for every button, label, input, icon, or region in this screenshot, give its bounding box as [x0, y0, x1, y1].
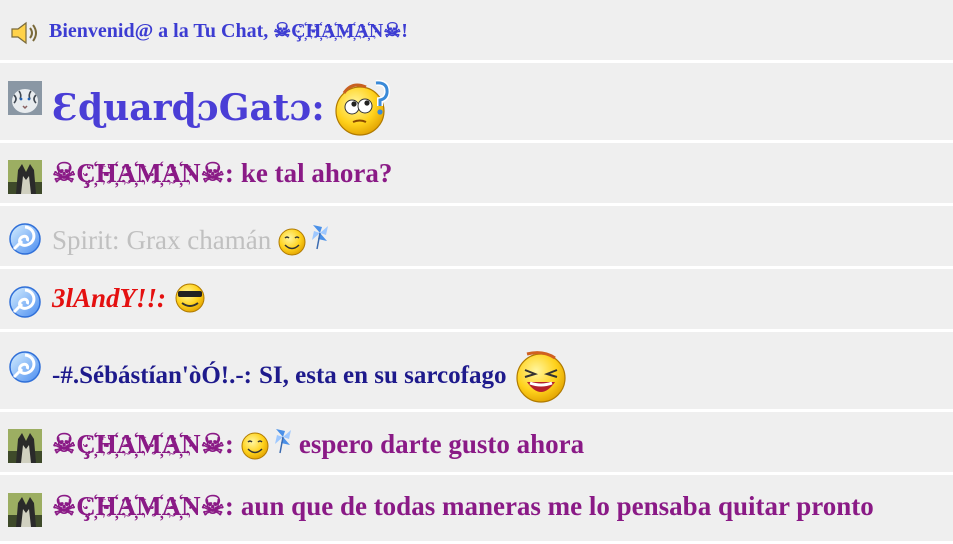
- chat-message: ☠Ç҉H҉A҉M҉A҉N☠: espero darte gusto ahora: [0, 412, 953, 475]
- message-sender: ☠Ç҉H҉A҉M҉A҉N☠:: [52, 491, 234, 521]
- speaker-icon[interactable]: [10, 20, 40, 51]
- smile-pinwheel-emoticon: [241, 429, 291, 460]
- chat-message: ƐɖuarɖɔGatɔ:: [0, 63, 953, 143]
- chat-message: 3lAndY!!:: [0, 269, 953, 332]
- chat-message: Spirit: Grax chamán: [0, 206, 953, 269]
- chat-message: ☠Ç҉H҉A҉M҉A҉N☠: aun que de todas maneras …: [0, 475, 953, 544]
- wolf-avatar[interactable]: [8, 429, 42, 463]
- message-text: Grax chamán: [126, 224, 272, 255]
- swirl-avatar[interactable]: [8, 285, 42, 319]
- message-sender: ƐɖuarɖɔGatɔ:: [52, 87, 325, 129]
- welcome-text: Bienvenid@ a la Tu Chat, ☠Ç҉H҉A҉M҉A҉N☠!: [49, 20, 408, 42]
- chat-log: Bienvenid@ a la Tu Chat, ☠Ç҉H҉A҉M҉A҉N☠! …: [0, 0, 953, 544]
- chat-message: ☠Ç҉H҉A҉M҉A҉N☠: ke tal ahora?: [0, 143, 953, 206]
- welcome-row: Bienvenid@ a la Tu Chat, ☠Ç҉H҉A҉M҉A҉N☠!: [0, 0, 953, 63]
- message-sender: ☠Ç҉H҉A҉M҉A҉N☠:: [52, 428, 234, 459]
- message-sender: -#.Sébástían'òÓ!.-:: [52, 362, 252, 389]
- sunglasses-emoticon: [175, 283, 205, 313]
- laughing-emoticon: [516, 351, 567, 403]
- chat-message: -#.Sébástían'òÓ!.-: SI, esta en su sarco…: [0, 332, 953, 412]
- swirl-avatar[interactable]: [8, 222, 42, 256]
- smile-pinwheel-emoticon: [278, 225, 329, 256]
- thinking-face-emoticon: [335, 79, 390, 136]
- message-sender: Spirit:: [52, 224, 120, 255]
- message-text: aun que de todas maneras me lo pensaba q…: [240, 491, 874, 521]
- wolf-avatar[interactable]: [8, 493, 42, 527]
- message-sender: 3lAndY!!:: [52, 282, 167, 313]
- message-text: ke tal ahora?: [240, 158, 393, 188]
- message-text: SI, esta en su sarcofago: [259, 362, 507, 389]
- message-sender: ☠Ç҉H҉A҉M҉A҉N☠:: [52, 158, 234, 188]
- message-text: espero darte gusto ahora: [298, 428, 585, 459]
- white-tiger-avatar[interactable]: [8, 81, 42, 115]
- wolf-avatar[interactable]: [8, 160, 42, 194]
- swirl-avatar[interactable]: [8, 350, 42, 384]
